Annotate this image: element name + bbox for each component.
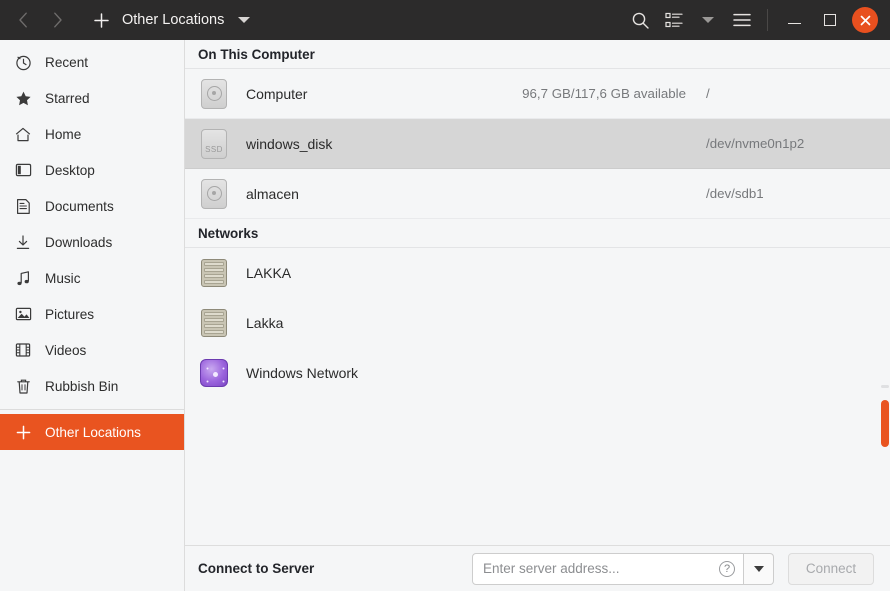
music-note-icon [12, 270, 34, 287]
sidebar-item-label: Downloads [45, 235, 112, 250]
chevron-down-icon [754, 566, 764, 572]
hard-disk-icon [198, 79, 230, 109]
sidebar-item-label: Pictures [45, 307, 94, 322]
hard-disk-icon [198, 179, 230, 209]
table-row[interactable]: SSD windows_disk /dev/nvme0n1p2 [185, 119, 890, 169]
sidebar-item-label: Documents [45, 199, 114, 214]
maximize-button[interactable] [812, 2, 848, 38]
table-row[interactable]: Windows Network [185, 348, 890, 398]
location-name: Lakka [246, 315, 283, 331]
sidebar-item-home[interactable]: Home [0, 116, 184, 152]
list-view-icon[interactable] [657, 3, 691, 37]
location-device: /dev/nvme0n1p2 [706, 136, 874, 151]
location-name: LAKKA [246, 265, 291, 281]
question-mark-icon[interactable]: ? [719, 561, 735, 577]
server-rack-icon [198, 309, 230, 337]
location-free-space: 96,7 GB/117,6 GB available [522, 86, 686, 101]
location-name: windows_disk [246, 136, 332, 152]
connect-to-server-bar: Connect to Server Enter server address..… [185, 545, 890, 591]
table-row[interactable]: LAKKA [185, 248, 890, 298]
download-icon [12, 234, 34, 251]
clock-icon [12, 54, 34, 71]
file-manager-window: Other Locations [0, 0, 890, 591]
sidebar-divider [0, 409, 184, 410]
vertical-scrollbar[interactable] [877, 40, 890, 545]
desktop-icon [12, 162, 34, 178]
connect-to-server-label: Connect to Server [198, 561, 314, 576]
server-history-dropdown-button[interactable] [744, 553, 774, 585]
server-address-group: Enter server address... ? Connect [472, 553, 874, 585]
sidebar-item-other-locations[interactable]: Other Locations [0, 414, 184, 450]
location-name: Windows Network [246, 365, 358, 381]
window-body: Recent Starred Home Desktop [0, 40, 890, 591]
locations-list: On This Computer Computer 96,7 GB/117,6 … [185, 40, 890, 545]
main-content: On This Computer Computer 96,7 GB/117,6 … [185, 40, 890, 591]
sidebar-item-label: Other Locations [45, 425, 141, 440]
search-icon[interactable] [623, 3, 657, 37]
server-address-input[interactable]: Enter server address... ? [472, 553, 744, 585]
title-bar-left: Other Locations [0, 5, 250, 35]
sidebar-item-downloads[interactable]: Downloads [0, 224, 184, 260]
location-name: Computer [246, 86, 307, 102]
location-device: /dev/sdb1 [706, 186, 874, 201]
section-header-on-this-computer: On This Computer [185, 40, 890, 68]
section-header-networks: Networks [185, 219, 890, 247]
minimize-button[interactable] [776, 2, 812, 38]
sidebar-item-videos[interactable]: Videos [0, 332, 184, 368]
home-icon [12, 126, 34, 143]
title-bar: Other Locations [0, 0, 890, 40]
table-row[interactable]: Computer 96,7 GB/117,6 GB available / [185, 69, 890, 119]
view-options-chevron-down-icon[interactable] [691, 3, 725, 37]
picture-icon [12, 306, 34, 322]
sidebar: Recent Starred Home Desktop [0, 40, 185, 591]
ssd-disk-icon: SSD [198, 129, 230, 159]
connect-button[interactable]: Connect [788, 553, 874, 585]
titlebar-divider [767, 9, 768, 31]
scrollbar-thumb[interactable] [881, 400, 889, 447]
sidebar-item-recent[interactable]: Recent [0, 44, 184, 80]
star-icon [12, 90, 34, 107]
sidebar-item-label: Home [45, 127, 81, 142]
sidebar-item-pictures[interactable]: Pictures [0, 296, 184, 332]
back-button[interactable] [6, 5, 40, 35]
sidebar-item-documents[interactable]: Documents [0, 188, 184, 224]
sidebar-item-music[interactable]: Music [0, 260, 184, 296]
windows-network-icon [198, 359, 230, 387]
chevron-down-icon[interactable] [238, 17, 250, 23]
sidebar-item-label: Videos [45, 343, 86, 358]
title-bar-right [623, 0, 890, 40]
sidebar-item-label: Recent [45, 55, 88, 70]
trash-icon [12, 378, 34, 395]
video-film-icon [12, 342, 34, 358]
forward-button[interactable] [40, 5, 74, 35]
sidebar-item-starred[interactable]: Starred [0, 80, 184, 116]
new-tab-button[interactable] [86, 5, 116, 35]
hamburger-menu-icon[interactable] [725, 3, 759, 37]
scrollbar-track-mark [881, 385, 889, 388]
table-row[interactable]: almacen /dev/sdb1 [185, 169, 890, 219]
sidebar-item-desktop[interactable]: Desktop [0, 152, 184, 188]
plus-icon [12, 424, 34, 441]
document-icon [12, 198, 34, 215]
location-name: almacen [246, 186, 299, 202]
server-rack-icon [198, 259, 230, 287]
server-address-placeholder: Enter server address... [483, 561, 719, 576]
sidebar-item-label: Starred [45, 91, 90, 106]
table-row[interactable]: Lakka [185, 298, 890, 348]
sidebar-item-rubbish-bin[interactable]: Rubbish Bin [0, 368, 184, 404]
path-label[interactable]: Other Locations [122, 12, 224, 28]
close-button[interactable] [852, 7, 878, 33]
sidebar-item-label: Music [45, 271, 81, 286]
sidebar-item-label: Desktop [45, 163, 95, 178]
location-device: / [706, 86, 874, 101]
sidebar-item-label: Rubbish Bin [45, 379, 118, 394]
